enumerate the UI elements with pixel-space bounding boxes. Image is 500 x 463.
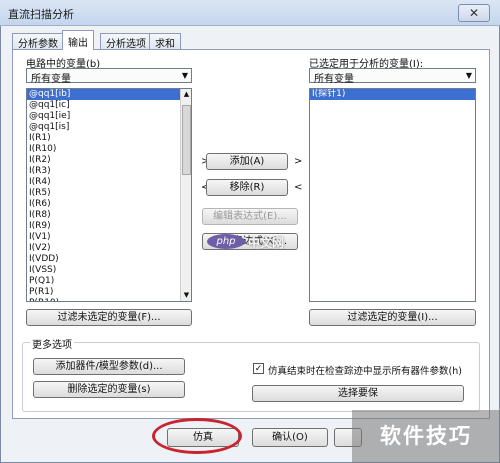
close-button[interactable]: ✕ [458,4,490,22]
php-cn-watermark: 中文网 [248,236,285,250]
php-logo-text: php [216,236,236,247]
circuit-variable-item[interactable]: I(V1) [27,232,191,243]
circuit-variable-item[interactable]: I(R3) [27,166,191,177]
scroll-thumb[interactable] [182,105,191,175]
tab-analysis-params[interactable]: 分析参数 [12,33,64,50]
tab-analysis-options[interactable]: 分析选项 [100,33,152,50]
chevron-down-icon: ▼ [181,71,188,80]
circuit-variable-item[interactable]: I(R10) [27,144,191,155]
circuit-variable-item[interactable]: I(R5) [27,188,191,199]
more-options-legend: 更多选项 [30,336,74,351]
selected-variables-list[interactable]: I(探针1) [309,88,476,302]
circuit-variable-item[interactable]: I(VDD) [27,254,191,265]
circuit-variable-item[interactable]: I(R1) [27,133,191,144]
tab-output[interactable]: 输出 [62,30,94,50]
circuit-variable-item[interactable]: I(R4) [27,177,191,188]
left-list-scrollbar[interactable]: ▲ ▼ [180,89,191,301]
show-device-params-label: 仿真结束时在检查踪迹中显示所有器件参数(h) [268,366,462,377]
scroll-down-icon[interactable]: ▼ [182,291,191,300]
arrow-left-icon: < [294,182,303,193]
circuit-variables-list[interactable]: @qq1[ib] @qq1[ic] @qq1[ie] @qq1[is] I(R1) I(R… [26,88,192,302]
circuit-variable-item[interactable]: I(VSS) [27,265,191,276]
corner-watermark: 软件技巧 [352,410,500,463]
arrow-right-icon: > [294,156,303,167]
circuit-variable-item[interactable]: @qq1[ib] [27,89,191,100]
left-filter-dropdown[interactable]: 所有变量 ▼ [26,68,192,85]
ok-button[interactable]: 确认(O) [252,428,328,447]
circuit-variable-item[interactable]: I(R6) [27,199,191,210]
title-bar [0,0,500,26]
edit-expression-button: 编辑表达式(E)... [202,208,298,225]
show-device-params-checkbox[interactable]: ✓ [253,363,264,374]
add-device-param-button[interactable]: 添加器件/模型参数(d)... [33,358,185,375]
remove-button[interactable]: 移除(R) [206,179,288,196]
circuit-variable-item[interactable]: I(V2) [27,243,191,254]
delete-selected-variables-button[interactable]: 删除选定的变量(s) [33,381,185,398]
select-params-button[interactable]: 选择要保 [252,385,464,402]
annotation-highlight-oval [152,418,242,454]
filter-selected-button[interactable]: 过滤选定的变量(I)... [309,309,476,326]
circuit-variable-item[interactable]: I(R9) [27,221,191,232]
left-filter-value: 所有变量 [31,74,71,85]
circuit-variable-item[interactable]: P(R1) [27,287,191,298]
circuit-variable-item[interactable]: I(R8) [27,210,191,221]
selected-variable-item[interactable]: I(探针1) [310,89,475,100]
add-button[interactable]: 添加(A) [206,153,288,170]
scroll-up-icon[interactable]: ▲ [182,90,191,99]
circuit-variable-item[interactable]: @qq1[is] [27,122,191,133]
circuit-variable-item[interactable]: @qq1[ie] [27,111,191,122]
php-logo-badge: php [207,234,245,249]
right-filter-dropdown[interactable]: 所有变量 ▼ [309,68,476,85]
circuit-variable-item[interactable]: I(R2) [27,155,191,166]
filter-unselected-button[interactable]: 过滤未选定的变量(F)... [26,309,192,326]
tab-sum[interactable]: 求和 [149,33,181,50]
circuit-variable-item[interactable]: P(Q1) [27,276,191,287]
circuit-variable-item[interactable]: P(R10) [27,298,191,301]
chevron-down-icon: ▼ [465,71,472,80]
window-title: 直流扫描分析 [8,8,74,21]
right-filter-value: 所有变量 [314,74,354,85]
circuit-variable-item[interactable]: @qq1[ic] [27,100,191,111]
